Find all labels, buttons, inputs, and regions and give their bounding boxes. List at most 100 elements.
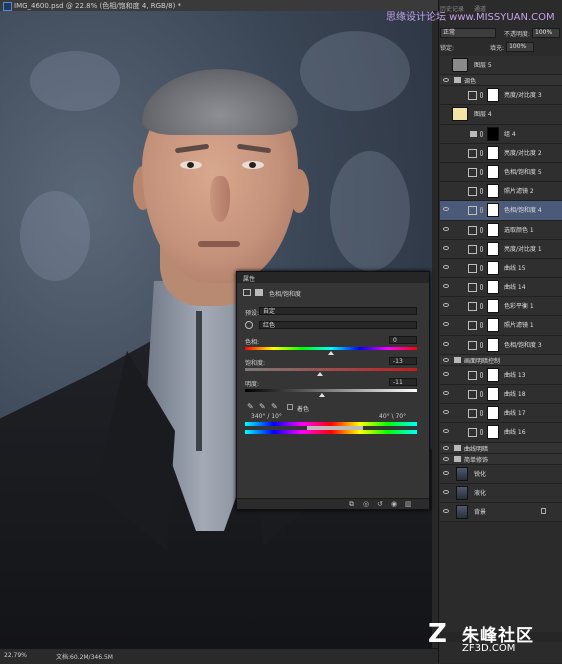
eye-icon[interactable] xyxy=(443,322,449,327)
layer-row[interactable]: 曲线明暗 xyxy=(440,442,562,454)
eyedropper-plus-icon[interactable]: ✎ xyxy=(259,402,266,411)
mask-thumbnail[interactable] xyxy=(487,164,499,179)
properties-title-bar[interactable]: 属性 xyxy=(237,272,429,283)
mask-thumbnail[interactable] xyxy=(487,280,499,295)
eyedropper-minus-icon[interactable]: ✎ xyxy=(271,402,278,411)
mask-thumbnail[interactable] xyxy=(487,318,499,333)
eye-icon[interactable] xyxy=(443,78,449,83)
colorize-checkbox[interactable] xyxy=(287,404,293,410)
layer-row[interactable]: 照片滤镜 2 xyxy=(440,182,562,202)
folder-icon[interactable] xyxy=(454,444,461,451)
layer-row[interactable]: 调色 xyxy=(440,75,562,87)
layer-row[interactable]: 曲线 16 xyxy=(440,423,562,443)
layer-row[interactable]: 简单修饰 xyxy=(440,453,562,465)
eye-icon[interactable] xyxy=(443,456,449,461)
layer-row[interactable]: 组 4 xyxy=(440,124,562,144)
layer-row[interactable]: 亮度/对比度 3 xyxy=(440,86,562,106)
layer-row[interactable]: 选取颜色 1 xyxy=(440,220,562,240)
layer-row[interactable]: 色彩平衡 1 xyxy=(440,297,562,317)
mask-icon[interactable] xyxy=(255,289,263,296)
eye-icon[interactable] xyxy=(443,508,449,513)
mask-thumbnail[interactable] xyxy=(487,203,499,218)
folder-icon[interactable] xyxy=(454,356,461,363)
visibility-icon[interactable]: ◉ xyxy=(391,500,397,508)
mask-thumbnail[interactable] xyxy=(487,387,499,401)
eye-icon[interactable] xyxy=(443,489,449,494)
layer-thumbnail[interactable] xyxy=(456,485,468,500)
layer-row[interactable]: 图层 4 xyxy=(440,105,562,125)
layer-row[interactable]: 亮度/对比度 1 xyxy=(440,239,562,259)
layer-row[interactable]: 液化 xyxy=(440,483,562,503)
hue-slider-track[interactable] xyxy=(245,347,417,350)
folder-icon[interactable] xyxy=(470,130,477,137)
layer-row[interactable]: 色相/饱和度 3 xyxy=(440,335,562,355)
eye-icon[interactable] xyxy=(443,371,449,376)
mask-thumbnail[interactable] xyxy=(487,88,499,103)
preset-select[interactable]: 自定 xyxy=(259,307,417,315)
layer-row[interactable]: 色相/饱和度 5 xyxy=(440,162,562,183)
layer-row[interactable]: 照片滤镜 1 xyxy=(440,316,562,336)
eye-icon[interactable] xyxy=(443,284,449,289)
hand-target-icon[interactable] xyxy=(245,321,253,329)
link-icon xyxy=(480,284,483,291)
channel-select[interactable]: 红色 xyxy=(259,321,417,329)
layer-row[interactable]: 色相/饱和度 4 xyxy=(440,201,562,221)
mask-thumbnail[interactable] xyxy=(487,299,499,314)
trash-icon[interactable]: ▥ xyxy=(405,500,412,508)
mask-thumbnail[interactable] xyxy=(487,126,499,141)
eye-icon[interactable] xyxy=(443,470,449,475)
folder-icon[interactable] xyxy=(454,77,461,84)
layer-row[interactable]: 曲线 13 xyxy=(440,365,562,385)
eye-icon[interactable] xyxy=(443,207,449,212)
eye-icon[interactable] xyxy=(443,341,449,346)
mask-thumbnail[interactable] xyxy=(487,260,499,275)
clip-icon[interactable]: ⧉ xyxy=(349,500,354,509)
eye-icon[interactable] xyxy=(443,445,449,450)
eye-icon[interactable] xyxy=(443,410,449,415)
eye-icon[interactable] xyxy=(443,429,449,434)
layer-thumbnail[interactable] xyxy=(452,58,468,72)
layer-thumbnail[interactable] xyxy=(456,466,468,481)
mask-thumbnail[interactable] xyxy=(487,337,499,352)
layer-row[interactable]: 曲线 18 xyxy=(440,385,562,405)
layer-row[interactable]: 画面明暗控制 xyxy=(440,354,562,366)
eye-icon[interactable] xyxy=(443,264,449,269)
eye-icon[interactable] xyxy=(443,245,449,250)
lightness-slider-handle[interactable] xyxy=(318,393,325,397)
layer-row[interactable]: 曲线 17 xyxy=(440,404,562,424)
eyedropper-icon[interactable]: ✎ xyxy=(247,402,254,411)
eye-icon[interactable] xyxy=(443,226,449,231)
layer-thumbnail[interactable] xyxy=(452,107,468,122)
lightness-slider-track[interactable] xyxy=(245,389,417,392)
saturation-slider-handle[interactable] xyxy=(316,372,323,376)
layer-row[interactable]: 锐化 xyxy=(440,464,562,484)
mask-thumbnail[interactable] xyxy=(487,184,499,199)
layer-row[interactable]: 曲线 14 xyxy=(440,278,562,298)
layer-thumbnail[interactable] xyxy=(456,504,468,519)
lightness-value[interactable]: -11 xyxy=(389,378,417,386)
layer-row[interactable]: 亮度/对比度 2 xyxy=(440,143,562,163)
zoom-level[interactable]: 22.79% xyxy=(4,652,27,659)
saturation-slider-track[interactable] xyxy=(245,368,417,371)
layer-row[interactable]: 背景 xyxy=(440,502,562,523)
mask-thumbnail[interactable] xyxy=(487,145,499,160)
fill-input[interactable]: 100% xyxy=(506,42,535,52)
eye-icon[interactable] xyxy=(443,357,449,362)
reset-icon[interactable]: ↺ xyxy=(377,500,383,508)
opacity-input[interactable]: 100% xyxy=(532,28,561,38)
eye-icon[interactable] xyxy=(443,303,449,308)
layer-row[interactable]: 曲线 15 xyxy=(440,258,562,279)
mask-thumbnail[interactable] xyxy=(487,222,499,237)
saturation-value[interactable]: -13 xyxy=(389,357,417,365)
mask-thumbnail[interactable] xyxy=(487,425,499,440)
layer-row[interactable]: 图层 5 xyxy=(440,56,562,76)
mask-thumbnail[interactable] xyxy=(487,241,499,256)
view-previous-icon[interactable]: ◎ xyxy=(363,500,369,508)
blend-mode-select[interactable]: 正常 xyxy=(440,28,496,38)
folder-icon[interactable] xyxy=(454,455,461,462)
hue-slider-handle[interactable] xyxy=(328,351,334,355)
hue-value[interactable]: 0 xyxy=(389,336,417,344)
mask-thumbnail[interactable] xyxy=(487,406,499,421)
mask-thumbnail[interactable] xyxy=(487,367,499,382)
eye-icon[interactable] xyxy=(443,391,449,395)
